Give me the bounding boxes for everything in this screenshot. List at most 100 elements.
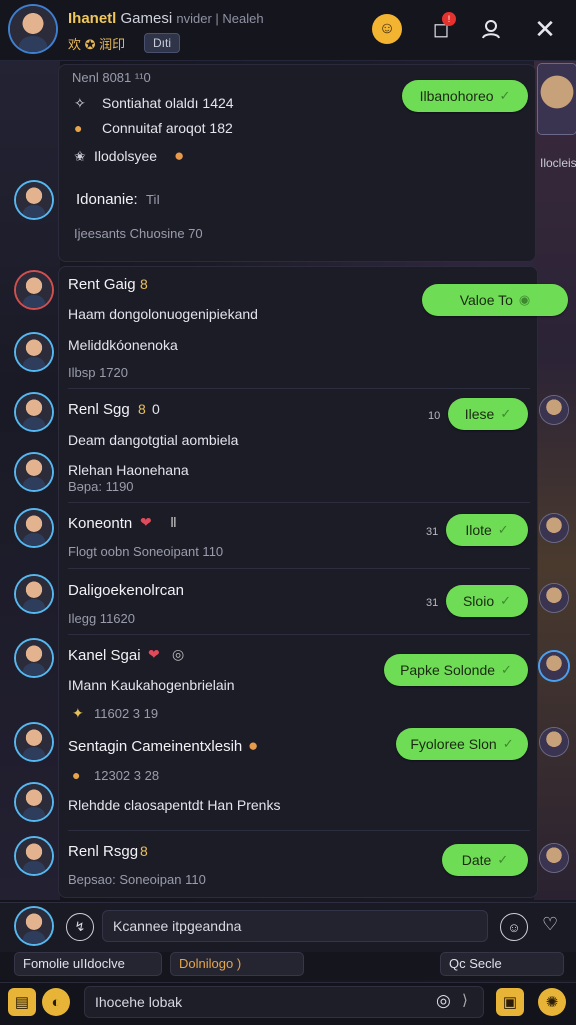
divider (68, 388, 530, 389)
side-avatar[interactable] (540, 652, 568, 680)
message-text: Haam dongolonuogenipiekand (68, 306, 258, 322)
coin-icon: ● (72, 767, 81, 783)
side-avatar[interactable] (540, 514, 568, 542)
orb-icon: ● (248, 736, 259, 755)
message-text: Rlehdde claosapentdt Han Prenks (68, 797, 281, 813)
message-meta: Bepsao: Soneoipan 110 (68, 872, 206, 887)
divider (68, 634, 530, 635)
card-line: Connuitaf aroqot 182 (102, 120, 233, 136)
sender-name: Koneontn (68, 515, 133, 532)
chip-search[interactable]: Qc Secle (440, 952, 564, 976)
side-label: Ilocleis (540, 156, 576, 170)
user-avatar[interactable] (10, 6, 56, 52)
chevron-icon[interactable]: ⟩ (462, 991, 468, 1009)
avatar[interactable] (16, 334, 52, 370)
card-line: Ilodolsyee (94, 148, 158, 164)
orb-icon: ● (174, 146, 185, 165)
reply-bubble[interactable]: Valoe To ◉ (422, 284, 568, 316)
side-avatar[interactable] (540, 728, 568, 756)
avatar[interactable] (16, 724, 52, 760)
reply-bubble[interactable]: Date ✓ (442, 844, 528, 876)
level-badge: 8 (138, 401, 146, 417)
side-avatar[interactable] (540, 396, 568, 424)
avatar[interactable] (16, 454, 52, 490)
reply-count: 31 (426, 526, 439, 538)
bottom-input[interactable]: Ihocehe lobak (84, 986, 484, 1018)
emoji-icon[interactable]: ☺ (372, 14, 402, 44)
message-text: Rlehan Haonehana (68, 462, 189, 478)
reply-bubble[interactable]: Fyoloree Slon ✓ (396, 728, 528, 760)
emoji-button-icon[interactable]: ☺ (500, 913, 528, 941)
gear-icon[interactable]: ✺ (538, 988, 566, 1016)
chip-middle[interactable]: Dolnilogo ) (170, 952, 304, 976)
avatar[interactable] (16, 640, 52, 676)
status-tag[interactable]: Dıti (144, 33, 180, 53)
sender-name: Sentagin Cameinentxlesih (68, 738, 243, 755)
ring-icon: ◎ (172, 646, 185, 662)
top-bar: Ihanetl Gamesi nvider | Nealeh 欢 ✪ 润印 Dı… (0, 0, 576, 61)
sparkle-icon: ✦ (72, 705, 84, 721)
sender-name: Idonanie: (76, 191, 138, 208)
avatar[interactable] (16, 182, 52, 218)
message-meta: Ilegg 11620 (68, 611, 135, 626)
reply-bubble[interactable]: Sloio ✓ (446, 585, 528, 617)
gift-icon[interactable]: ▣ (496, 988, 524, 1016)
coin-icon: ● (74, 120, 83, 136)
card-line: Sontiahat olaldı 1424 (102, 95, 234, 111)
sender-name: Daligoekenolrcan (68, 582, 184, 599)
message-meta: Ilbsp 1720 (68, 365, 128, 380)
reply-count: 31 (426, 597, 439, 609)
chip-left[interactable]: Fomolie uIIdoclve (14, 952, 162, 976)
chat-subtitle: 欢 ✪ 润印 (68, 37, 126, 52)
reply-bubble[interactable]: Ilbanohoreo ✓ (402, 80, 528, 112)
voice-icon[interactable]: ↯ (66, 913, 94, 941)
background-right-art (534, 60, 576, 900)
side-avatar[interactable] (540, 844, 568, 872)
divider (68, 830, 530, 831)
level-badge: 8 (140, 276, 148, 292)
message-input[interactable]: Kcannee itpgeandna (102, 910, 488, 942)
sender-name: Kanel Sgai (68, 647, 141, 664)
heart-icon: ❤ (148, 646, 160, 662)
divider (68, 568, 530, 569)
message-text: Deam dangotgtial aombiela (68, 432, 239, 448)
profile-icon[interactable] (476, 14, 506, 44)
level-badge-2: 0 (152, 401, 160, 417)
side-avatar[interactable] (540, 584, 568, 612)
avatar[interactable] (16, 272, 52, 308)
reply-bubble[interactable]: Ilese ✓ (448, 398, 528, 430)
avatar[interactable] (16, 784, 52, 820)
heart-icon: ❤ (140, 514, 152, 530)
sender-name: Renl Sgg (68, 401, 130, 418)
card-meta: Ijeesants Chuosine 70 (74, 226, 203, 241)
my-avatar[interactable] (16, 908, 52, 944)
reply-bubble[interactable]: Ilote ✓ (446, 514, 528, 546)
message-meta: 12302 3 28 (94, 768, 160, 783)
avatar[interactable] (16, 838, 52, 874)
menu-icon[interactable]: ▤ (8, 988, 36, 1016)
sender-name: Rent Gaig (68, 276, 136, 293)
sparkle-icon: ✧ (74, 95, 86, 111)
close-icon[interactable]: ✕ (530, 14, 560, 44)
level-badge: 8 (140, 843, 148, 859)
coin-button-icon[interactable]: ◐ (42, 988, 70, 1016)
message-meta: Bəpa: 1190 (68, 479, 134, 494)
favorite-icon[interactable]: ♡ (542, 914, 558, 935)
avatar[interactable] (16, 576, 52, 612)
sender-name: Renl Rsgg (68, 843, 139, 860)
notification-badge: ! (442, 12, 456, 26)
target-icon[interactable]: ◎ (436, 991, 451, 1011)
name-count: TiI (146, 192, 160, 207)
message-meta: Flogt oobn Soneoipant 110 (68, 544, 224, 559)
chat-title: Ihanetl Gamesi nvider | Nealeh (68, 10, 264, 27)
cup-icon: Ⅱ (170, 514, 177, 530)
message-text: IMann Kaukahogenbrielain (68, 677, 235, 693)
side-art (538, 64, 576, 134)
avatar[interactable] (16, 394, 52, 430)
message-text: Meliddkóonenoka (68, 337, 178, 353)
message-meta: 11602 3 19 (94, 706, 159, 721)
reply-bubble[interactable]: Papke Solonde ✓ (384, 654, 528, 686)
divider (68, 502, 530, 503)
avatar[interactable] (16, 510, 52, 546)
card-header: Nenl 8081 ¹¹0 (72, 70, 151, 85)
